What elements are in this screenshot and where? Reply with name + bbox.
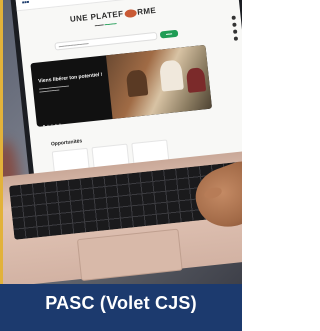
left-accent-border	[0, 0, 3, 331]
laptop-photo: ■■■ ▬▬▬▬▬▬▬▬▬ UNE PLATEFRME ▬▬▬ ▬▬▬▬ ▬▬▬…	[0, 0, 242, 284]
website-hero-subtitle: ▬▬▬ ▬▬▬▬	[94, 21, 117, 28]
hero-badge-icon	[123, 8, 137, 19]
banner-photo	[105, 44, 213, 119]
website-search-button: ▬▬	[159, 29, 179, 39]
social-icon	[233, 36, 239, 41]
social-icons	[231, 15, 241, 55]
banner-carousel-dots	[42, 112, 64, 127]
website-search-field: ▬▬▬▬▬▬▬▬▬▬	[54, 31, 158, 51]
opportunities-heading: Opportunités	[50, 138, 83, 148]
website-logo: ■■■	[21, 0, 30, 5]
trackpad	[76, 228, 183, 282]
program-card[interactable]: ■■■ ▬▬▬▬▬▬▬▬▬ UNE PLATEFRME ▬▬▬ ▬▬▬▬ ▬▬▬…	[0, 0, 242, 331]
social-icon	[231, 15, 236, 20]
program-title[interactable]: PASC (Volet CJS)	[0, 293, 242, 314]
social-icon	[232, 22, 237, 27]
website-hero-banner: Viens libérer ton potentiel ! ▬▬▬▬▬▬▬▬▬▬…	[30, 44, 213, 127]
social-icon	[232, 29, 238, 34]
